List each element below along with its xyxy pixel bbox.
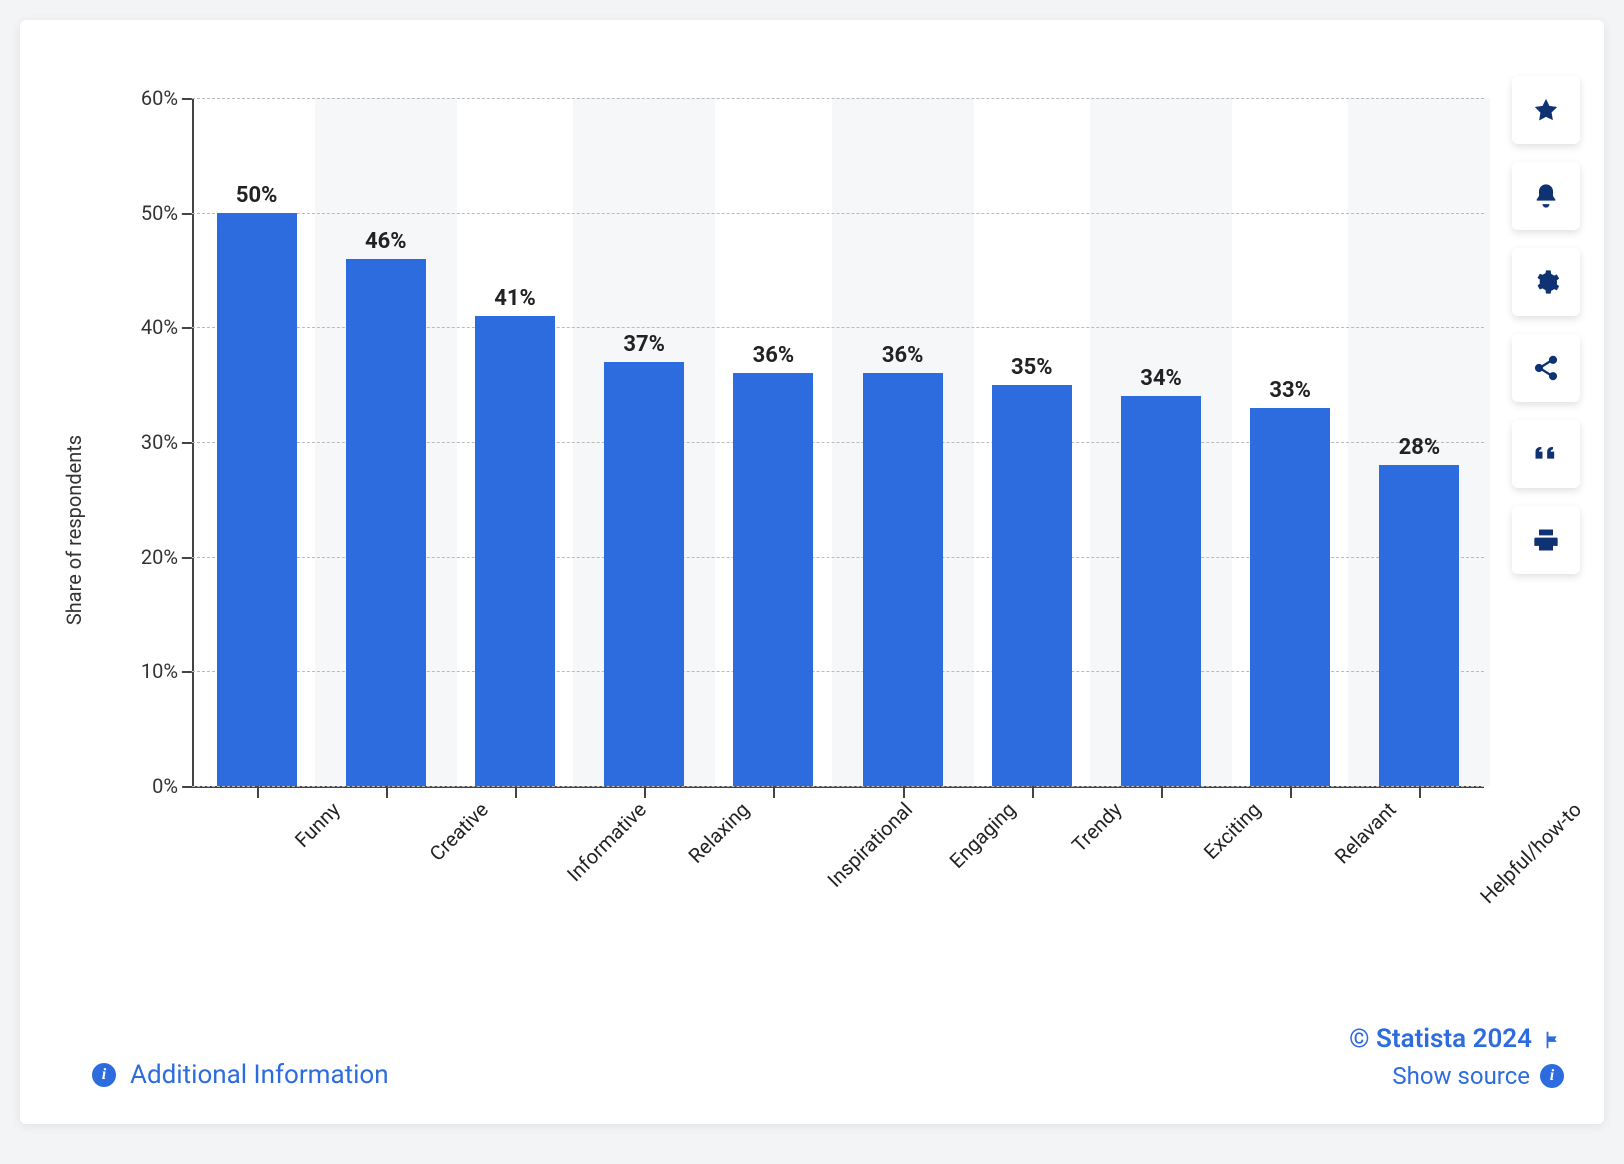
- x-tick-mark: [1419, 786, 1421, 798]
- bar[interactable]: 41%: [475, 316, 555, 786]
- bars-layer: 50% 46% 41% 37% 36% 36% 35% 34% 33% 28%: [192, 98, 1484, 786]
- show-source-link[interactable]: Show source i: [1392, 1062, 1564, 1090]
- bar[interactable]: 34%: [1121, 396, 1201, 786]
- y-axis-title: Share of respondents: [62, 435, 86, 625]
- print-button[interactable]: [1512, 506, 1580, 574]
- plot-area: 0%10%20%30%40%50%60%50%46%41%37%36%36%35…: [192, 98, 1484, 788]
- bar-value-label: 36%: [882, 343, 924, 368]
- bar[interactable]: 33%: [1250, 408, 1330, 786]
- bar-value-label: 35%: [1011, 355, 1053, 380]
- x-tick-label: Inspirational: [823, 797, 918, 892]
- x-tick-label: Exciting: [1199, 797, 1266, 864]
- bar-value-label: 46%: [365, 229, 407, 254]
- x-tick-mark: [386, 786, 388, 798]
- favorite-button[interactable]: [1512, 76, 1580, 144]
- notify-button[interactable]: [1512, 162, 1580, 230]
- x-tick-mark: [903, 786, 905, 798]
- x-tick-mark: [1290, 786, 1292, 798]
- bar[interactable]: 50%: [217, 213, 297, 786]
- flag-icon[interactable]: [1542, 1028, 1564, 1050]
- additional-info-text: Additional Information: [130, 1060, 389, 1090]
- chart-area: Share of respondents 0%10%20%30%40%50%60…: [80, 80, 1484, 980]
- x-tick-label: Funny: [290, 797, 345, 852]
- bar-value-label: 33%: [1269, 378, 1311, 403]
- y-tick-label: 60%: [141, 86, 178, 110]
- y-tick-label: 10%: [141, 659, 178, 683]
- bar-value-label: 37%: [623, 332, 665, 357]
- x-tick-mark: [1161, 786, 1163, 798]
- x-tick-label: Informative: [562, 797, 651, 886]
- x-tick-label: Helpful/how-to: [1476, 797, 1587, 908]
- copyright-text: © Statista 2024: [1349, 1024, 1532, 1054]
- info-icon: i: [92, 1063, 116, 1087]
- bar-value-label: 34%: [1140, 366, 1182, 391]
- x-tick-label: Relaxing: [684, 797, 755, 868]
- x-tick-label: Trendy: [1067, 797, 1127, 857]
- x-tick-mark: [773, 786, 775, 798]
- star-icon: [1532, 96, 1560, 124]
- x-tick-mark: [515, 786, 517, 798]
- share-button[interactable]: [1512, 334, 1580, 402]
- y-tick-label: 50%: [141, 201, 178, 225]
- y-tick-label: 30%: [141, 430, 178, 454]
- bar[interactable]: 37%: [604, 362, 684, 786]
- share-icon: [1532, 354, 1560, 382]
- side-toolbar: [1512, 76, 1580, 574]
- bar[interactable]: 46%: [346, 259, 426, 786]
- x-tick-mark: [257, 786, 259, 798]
- bar[interactable]: 35%: [992, 385, 1072, 786]
- print-icon: [1532, 526, 1560, 554]
- additional-info-link[interactable]: i Additional Information: [92, 1060, 389, 1090]
- x-tick-label: Relavant: [1330, 797, 1401, 868]
- info-icon: i: [1540, 1064, 1564, 1088]
- bar-value-label: 50%: [236, 183, 278, 208]
- y-tick-label: 40%: [141, 315, 178, 339]
- show-source-text: Show source: [1392, 1062, 1530, 1090]
- footer-right: © Statista 2024 Show source i: [1349, 1024, 1564, 1090]
- cite-button[interactable]: [1512, 420, 1580, 488]
- chart-card: Share of respondents 0% 10% 20% 30% 40% 50% 60…: [20, 20, 1604, 1124]
- bar-value-label: 28%: [1399, 435, 1441, 460]
- settings-button[interactable]: [1512, 248, 1580, 316]
- x-tick-label: Engaging: [944, 797, 1020, 873]
- chart-footer: i Additional Information © Statista 2024…: [92, 1024, 1564, 1090]
- x-tick-mark: [1032, 786, 1034, 798]
- bell-icon: [1532, 182, 1560, 210]
- copyright-label: © Statista 2024: [1349, 1024, 1564, 1054]
- bar[interactable]: 36%: [863, 373, 943, 786]
- x-tick-label: Creative: [424, 797, 492, 865]
- quote-icon: [1532, 440, 1560, 468]
- y-tick-label: 0%: [152, 774, 178, 798]
- y-tick-label: 20%: [141, 545, 178, 569]
- gear-icon: [1532, 268, 1560, 296]
- bar-value-label: 36%: [753, 343, 795, 368]
- bar-value-label: 41%: [494, 286, 536, 311]
- bar[interactable]: 36%: [733, 373, 813, 786]
- x-tick-mark: [644, 786, 646, 798]
- bar[interactable]: 28%: [1379, 465, 1459, 786]
